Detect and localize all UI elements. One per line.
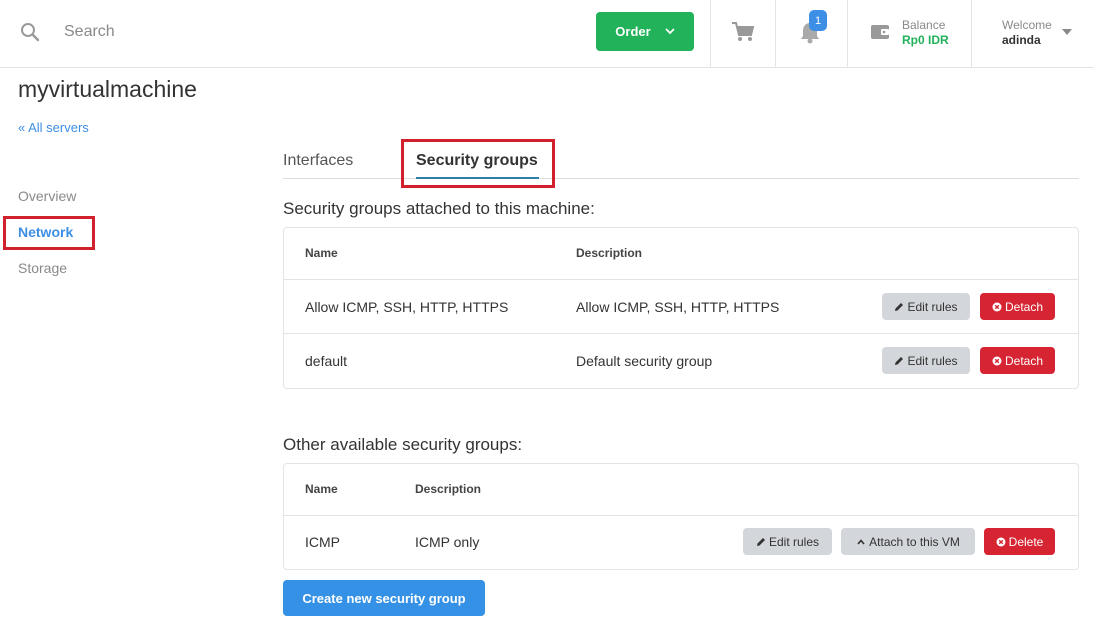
search-input[interactable] bbox=[56, 16, 456, 48]
x-circle-icon bbox=[992, 302, 1002, 311]
notification-badge: 1 bbox=[809, 10, 827, 31]
group-description: ICMP only bbox=[415, 534, 480, 550]
chevron-down-icon bbox=[665, 28, 675, 35]
caret-down-icon[interactable] bbox=[1062, 29, 1072, 35]
welcome-label[interactable]: Welcome bbox=[1002, 18, 1052, 32]
balance-label: Balance bbox=[902, 18, 946, 32]
search-icon bbox=[21, 23, 40, 42]
edit-rules-button[interactable]: Edit rules bbox=[743, 528, 832, 555]
column-header-name: Name bbox=[305, 246, 338, 260]
divider bbox=[847, 0, 848, 67]
group-name: ICMP bbox=[305, 534, 340, 550]
detach-button[interactable]: Detach bbox=[980, 347, 1055, 374]
create-security-group-button[interactable]: Create new security group bbox=[283, 580, 485, 616]
sidebar-item-overview[interactable]: Overview bbox=[18, 188, 76, 204]
edit-rules-button[interactable]: Edit rules bbox=[882, 347, 970, 374]
cart-icon[interactable] bbox=[731, 21, 755, 43]
sidebar-item-storage[interactable]: Storage bbox=[18, 260, 67, 276]
highlight-box bbox=[3, 216, 95, 250]
top-bar: Order 1 Balance Rp0 IDR Welcome adinda bbox=[0, 0, 1094, 68]
section-title-other: Other available security groups: bbox=[283, 435, 523, 454]
detach-label: Detach bbox=[1004, 353, 1044, 368]
edit-rules-label: Edit rules bbox=[907, 353, 958, 368]
column-header-name: Name bbox=[305, 482, 338, 496]
detach-label: Detach bbox=[1004, 299, 1044, 314]
group-name: Allow ICMP, SSH, HTTP, HTTPS bbox=[305, 299, 509, 315]
tab-interfaces[interactable]: Interfaces bbox=[283, 152, 353, 170]
row-divider bbox=[284, 279, 1078, 280]
group-description: Default security group bbox=[576, 353, 713, 369]
x-circle-icon bbox=[992, 356, 1002, 365]
detach-button[interactable]: Detach bbox=[980, 293, 1055, 320]
order-button-label: Order bbox=[615, 24, 651, 39]
available-groups-table: Name Description ICMP ICMP only Edit rul… bbox=[283, 463, 1079, 570]
group-description: Allow ICMP, SSH, HTTP, HTTPS bbox=[576, 299, 780, 315]
row-divider bbox=[284, 515, 1078, 516]
delete-button[interactable]: Delete bbox=[984, 528, 1055, 555]
attach-label: Attach to this VM bbox=[869, 534, 960, 549]
edit-rules-button[interactable]: Edit rules bbox=[882, 293, 970, 320]
pencil-icon bbox=[895, 302, 904, 311]
divider bbox=[775, 0, 776, 67]
pencil-icon bbox=[756, 537, 765, 546]
balance-value: Rp0 IDR bbox=[902, 33, 949, 47]
edit-rules-label: Edit rules bbox=[907, 299, 958, 314]
section-title-attached: Security groups attached to this machine… bbox=[283, 199, 595, 218]
wallet-icon bbox=[871, 25, 889, 39]
column-header-description: Description bbox=[415, 482, 482, 496]
divider bbox=[710, 0, 711, 67]
attach-to-vm-button[interactable]: Attach to this VM bbox=[841, 528, 975, 555]
group-name: default bbox=[305, 353, 348, 369]
row-divider bbox=[284, 333, 1078, 334]
pencil-icon bbox=[895, 356, 904, 365]
page-title: myvirtualmachine bbox=[18, 76, 197, 102]
divider bbox=[971, 0, 972, 67]
user-name[interactable]: adinda bbox=[1002, 33, 1041, 47]
column-header-description: Description bbox=[576, 246, 643, 260]
delete-label: Delete bbox=[1008, 534, 1044, 549]
x-circle-icon bbox=[996, 537, 1006, 546]
highlight-box bbox=[401, 139, 555, 188]
chevron-up-icon bbox=[857, 538, 865, 545]
back-link-all-servers[interactable]: « All servers bbox=[18, 120, 89, 135]
edit-rules-label: Edit rules bbox=[768, 534, 820, 549]
attached-groups-table: Name Description Allow ICMP, SSH, HTTP, … bbox=[283, 227, 1079, 389]
order-button[interactable]: Order bbox=[596, 12, 694, 51]
